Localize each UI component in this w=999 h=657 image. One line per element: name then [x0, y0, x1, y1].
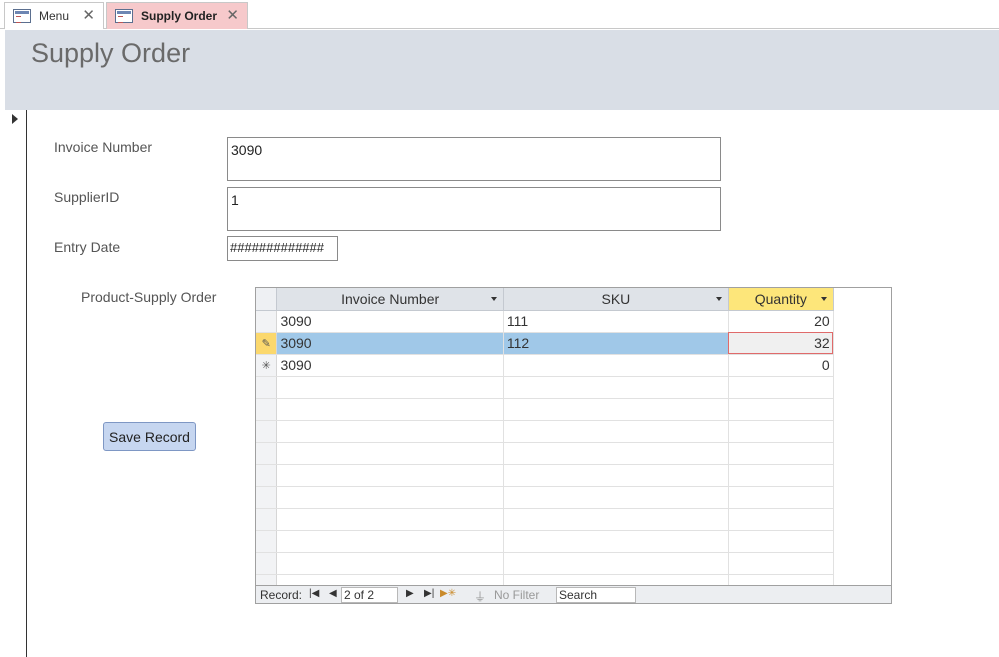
form-icon [13, 9, 31, 23]
save-record-button[interactable]: Save Record [103, 422, 196, 451]
cell-invoice-number[interactable]: 3090 [276, 354, 504, 377]
row-selector[interactable] [256, 310, 278, 333]
entry-date-label: Entry Date [54, 239, 121, 255]
form-icon [115, 9, 133, 23]
form-header: Supply Order [5, 30, 999, 110]
empty-row [256, 530, 891, 553]
cell-invoice-number[interactable]: 3090 [276, 332, 504, 355]
cell-sku[interactable]: 111 [503, 310, 729, 333]
chevron-down-icon[interactable] [820, 297, 827, 301]
empty-cell [833, 310, 891, 332]
cell-invoice-number[interactable]: 3090 [276, 310, 504, 333]
subform-label: Product-Supply Order [81, 289, 217, 305]
empty-row [256, 376, 891, 399]
cell-sku[interactable] [503, 354, 729, 377]
cell-quantity[interactable]: 0 [728, 354, 834, 377]
last-record-icon[interactable]: ▶| [424, 588, 434, 599]
empty-header-space [833, 288, 891, 310]
new-record-icon[interactable]: ▶✳ [440, 588, 456, 599]
cell-quantity[interactable]: 20 [728, 310, 834, 333]
empty-row [256, 442, 891, 465]
column-header-label: Invoice Number [341, 290, 440, 307]
chevron-down-icon[interactable] [715, 297, 722, 301]
column-header-label: Quantity [754, 290, 807, 307]
record-label: Record: [260, 588, 303, 602]
search-input[interactable]: Search [556, 587, 636, 603]
next-record-icon[interactable]: ▶ [406, 588, 414, 599]
filter-funnel-icon: ⏚ [474, 590, 487, 604]
close-icon[interactable]: ✕ [82, 8, 95, 23]
empty-cell [833, 354, 891, 376]
pencil-icon[interactable]: ✎ [256, 332, 278, 355]
first-record-icon[interactable]: |◀ [309, 588, 319, 599]
empty-row [256, 552, 891, 575]
no-filter-indicator[interactable]: No Filter [494, 588, 539, 602]
column-header-sku[interactable]: SKU [503, 288, 729, 311]
supplier-id-field[interactable]: 1 [227, 187, 721, 231]
entry-date-field[interactable]: ############# [227, 236, 338, 261]
cell-quantity[interactable]: 32 [728, 332, 834, 355]
close-icon[interactable]: ✕ [226, 8, 239, 23]
chevron-down-icon[interactable] [490, 297, 497, 301]
previous-record-icon[interactable]: ◀ [329, 588, 337, 599]
column-header-quantity[interactable]: Quantity [728, 288, 834, 311]
tab-supply-order[interactable]: Supply Order ✕ [106, 2, 248, 29]
empty-row [256, 398, 891, 421]
product-supply-order-subform[interactable]: Invoice Number SKU Quantity 3090 111 20 … [255, 287, 892, 604]
current-record-arrow-icon [12, 114, 18, 124]
page-title: Supply Order [31, 38, 191, 68]
invoice-number-field[interactable]: 3090 [227, 137, 721, 181]
column-header-label: SKU [601, 290, 631, 307]
document-tab-strip: Menu ✕ Supply Order ✕ [0, 0, 999, 29]
record-navigation-bar: Record: |◀ ◀ 2 of 2 ▶ ▶| ▶✳ ⏚ No Filter … [255, 585, 892, 604]
new-record-asterisk-icon[interactable]: ✳ [256, 354, 278, 377]
datasheet-table: Invoice Number SKU Quantity 3090 111 20 … [256, 288, 891, 597]
tab-menu[interactable]: Menu ✕ [4, 2, 104, 29]
table-row[interactable]: ✳ 3090 0 [256, 354, 891, 377]
record-position-field[interactable]: 2 of 2 [341, 587, 398, 603]
tab-supply-order-label: Supply Order [141, 9, 218, 23]
select-all-corner[interactable] [256, 288, 278, 311]
table-row[interactable]: 3090 111 20 [256, 310, 891, 333]
record-selector-bar[interactable] [5, 110, 27, 657]
cell-sku[interactable]: 112 [503, 332, 729, 355]
empty-cell [833, 332, 891, 354]
empty-row [256, 486, 891, 509]
empty-row [256, 420, 891, 443]
column-header-invoice-number[interactable]: Invoice Number [276, 288, 504, 311]
empty-row [256, 464, 891, 487]
tab-menu-label: Menu [39, 9, 70, 23]
supplier-id-label: SupplierID [54, 189, 120, 205]
empty-row [256, 508, 891, 531]
invoice-number-label: Invoice Number [54, 139, 153, 155]
table-row[interactable]: ✎ 3090 112 32 [256, 332, 891, 355]
